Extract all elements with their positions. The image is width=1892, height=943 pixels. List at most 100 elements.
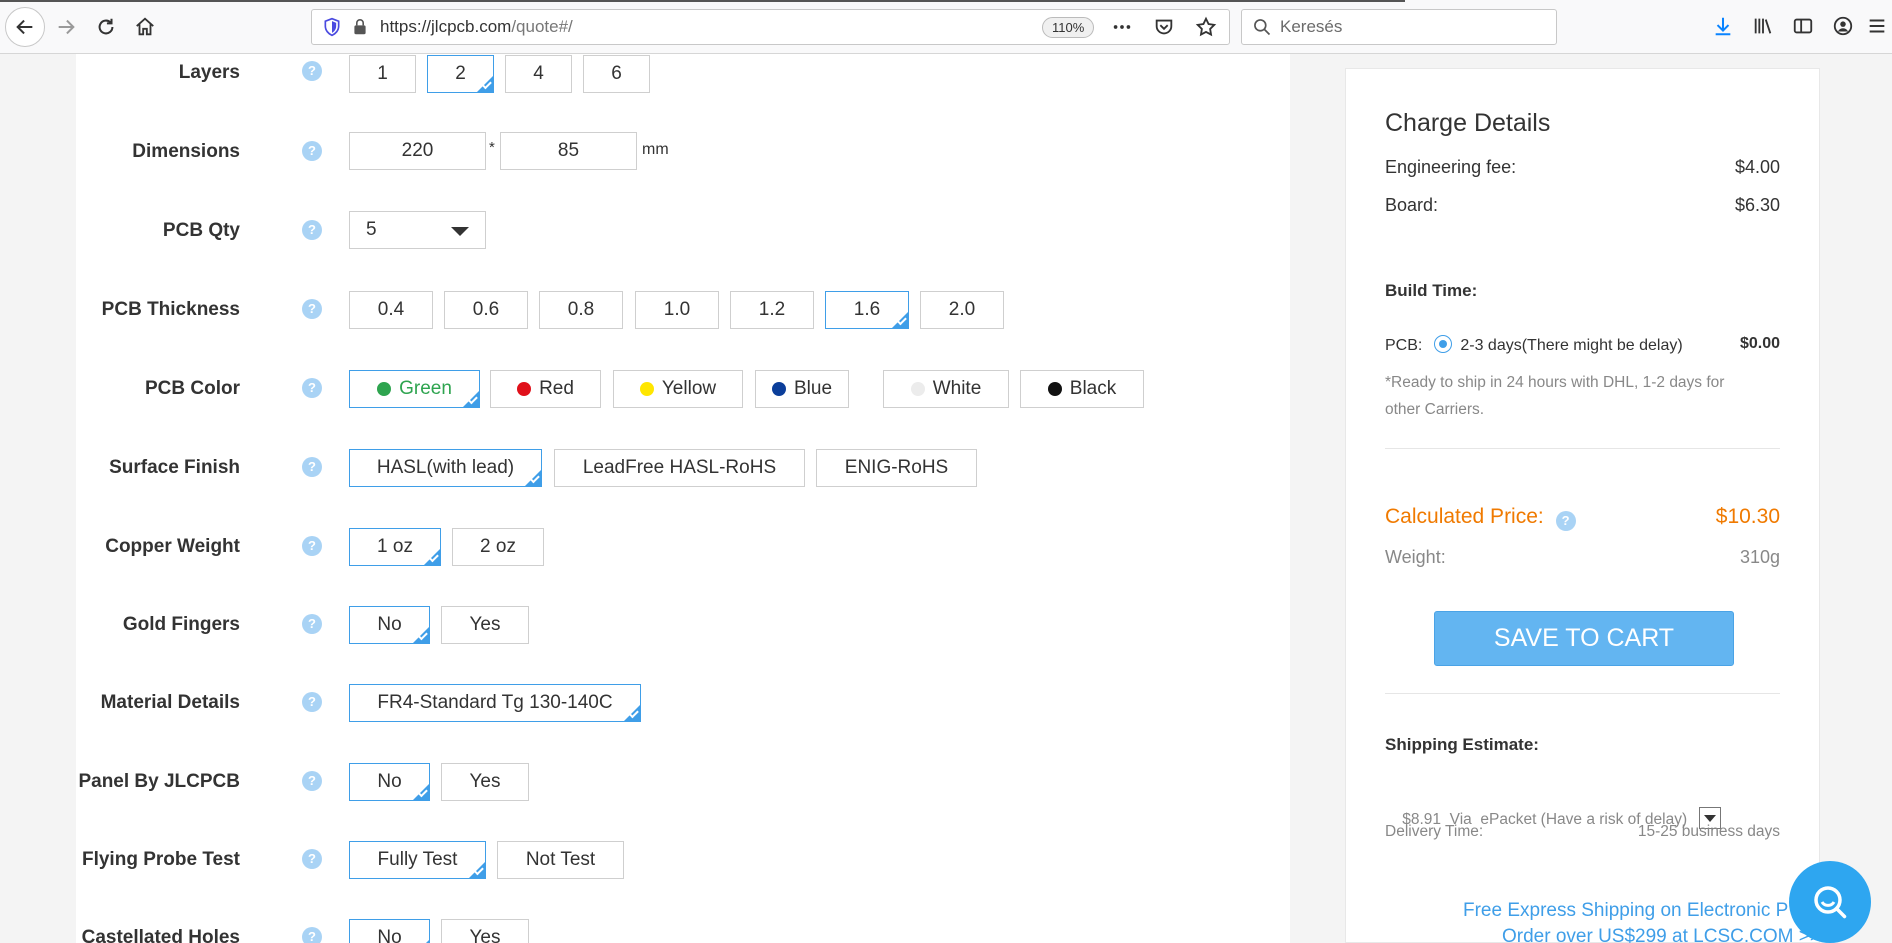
home-icon: [136, 17, 154, 36]
library-button[interactable]: [1752, 15, 1774, 37]
save-to-cart-button[interactable]: SAVE TO CART: [1434, 611, 1734, 666]
help-icon[interactable]: ?: [302, 299, 322, 319]
color-option-label: Green: [399, 378, 452, 399]
castellated-option-no[interactable]: No: [349, 919, 430, 943]
help-icon[interactable]: ?: [302, 457, 322, 477]
help-icon[interactable]: ?: [302, 220, 322, 240]
color-option-blue[interactable]: Blue: [755, 370, 849, 408]
thickness-option-0-6[interactable]: 0.6: [444, 291, 528, 329]
color-option-white[interactable]: White: [883, 370, 1009, 408]
color-option-yellow[interactable]: Yellow: [613, 370, 743, 408]
blue-swatch: [771, 382, 786, 396]
flying-probe-option-not[interactable]: Not Test: [497, 841, 624, 879]
help-icon[interactable]: ?: [302, 378, 322, 398]
color-option-green[interactable]: Green: [349, 370, 480, 408]
tracking-protection-icon[interactable]: [322, 17, 342, 37]
surface-option-leadfree-hasl[interactable]: LeadFree HASL-RoHS: [554, 449, 805, 487]
help-icon[interactable]: ?: [302, 536, 322, 556]
gold-fingers-option-no[interactable]: No: [349, 606, 430, 644]
help-icon[interactable]: ?: [302, 927, 322, 943]
bookmark-star-icon[interactable]: [1195, 16, 1217, 38]
url-path: /quote#/: [511, 17, 573, 36]
engineering-fee-value: $4.00: [1734, 157, 1780, 177]
help-icon[interactable]: ?: [302, 849, 322, 869]
back-button[interactable]: [5, 7, 45, 47]
build-time-row: PCB: 2-3 days(There might be delay) $0.00: [1385, 335, 1780, 355]
url-host: https://jlcpcb.com: [380, 17, 512, 36]
help-icon[interactable]: ?: [1555, 511, 1576, 531]
divider: [1385, 448, 1780, 449]
search-box[interactable]: [1241, 9, 1557, 45]
account-button[interactable]: [1832, 15, 1854, 37]
thickness-option-1-2[interactable]: 1.2: [730, 291, 814, 329]
thickness-option-2-0[interactable]: 2.0: [920, 291, 1004, 329]
zoom-level-badge[interactable]: 110%: [1042, 17, 1095, 38]
help-icon[interactable]: ?: [302, 61, 322, 81]
reload-button[interactable]: [86, 7, 126, 47]
dimension-separator: *: [489, 139, 495, 156]
home-button[interactable]: [125, 7, 165, 47]
url-text[interactable]: https://jlcpcb.com/quote#/: [380, 17, 573, 37]
material-label: Material Details: [100, 692, 240, 713]
pcb-qty-select[interactable]: 5: [349, 211, 486, 249]
surface-finish-label: Surface Finish: [109, 457, 240, 478]
engineering-fee-label: Engineering fee:: [1385, 157, 1517, 177]
white-swatch: [910, 382, 925, 396]
copper-option-2oz[interactable]: 2 oz: [452, 528, 544, 566]
panel-option-no[interactable]: No: [349, 763, 430, 801]
height-input[interactable]: [500, 132, 637, 170]
menu-button[interactable]: [1866, 15, 1888, 37]
panel-option-yes[interactable]: Yes: [441, 763, 529, 801]
help-icon[interactable]: ?: [302, 692, 322, 712]
lock-icon[interactable]: [352, 18, 368, 36]
color-option-label: Black: [1069, 378, 1117, 399]
sidebar-toggle-button[interactable]: [1792, 15, 1814, 37]
green-swatch: [377, 382, 392, 396]
surface-option-hasl-lead[interactable]: HASL(with lead): [349, 449, 542, 487]
search-input[interactable]: [1280, 17, 1540, 37]
thickness-option-1-0[interactable]: 1.0: [635, 291, 719, 329]
shipping-estimate-label: Shipping Estimate:: [1385, 735, 1539, 754]
color-option-black[interactable]: Black: [1020, 370, 1144, 408]
board-fee-label: Board:: [1385, 195, 1439, 215]
thickness-option-1-6[interactable]: 1.6: [825, 291, 909, 329]
more-actions-icon[interactable]: [1111, 16, 1133, 38]
gold-fingers-option-yes[interactable]: Yes: [441, 606, 529, 644]
dimension-unit: mm: [642, 141, 669, 158]
thickness-option-0-8[interactable]: 0.8: [539, 291, 623, 329]
copper-option-1oz[interactable]: 1 oz: [349, 528, 441, 566]
build-option-label[interactable]: 2-3 days(There might be delay): [1460, 337, 1682, 354]
board-fee-value: $6.30: [1734, 195, 1780, 215]
help-icon[interactable]: ?: [302, 614, 322, 634]
pocket-icon[interactable]: [1153, 16, 1175, 38]
color-option-label: Blue: [793, 378, 833, 399]
surface-option-enig[interactable]: ENIG-RoHS: [816, 449, 977, 487]
pcb-qty-label: PCB Qty: [162, 220, 240, 241]
shipping-method[interactable]: $8.91 Via ePacket (Have a risk of delay): [1385, 779, 1722, 860]
color-option-label: Yellow: [661, 378, 717, 399]
width-input[interactable]: [349, 132, 486, 170]
promo-link-line-2[interactable]: Order over US$299 at LCSC.COM >>: [1502, 926, 1821, 943]
browser-toolbar: https://jlcpcb.com/quote#/ 110%: [0, 0, 1892, 54]
forward-button[interactable]: [46, 7, 86, 47]
flying-probe-option-fully[interactable]: Fully Test: [349, 841, 486, 879]
build-option-radio[interactable]: [1434, 335, 1453, 353]
help-icon[interactable]: ?: [302, 141, 322, 161]
pcb-build-label: PCB:: [1385, 337, 1423, 354]
material-option-fr4[interactable]: FR4-Standard Tg 130-140C: [349, 684, 641, 722]
castellated-option-yes[interactable]: Yes: [441, 919, 529, 943]
thickness-option-0-4[interactable]: 0.4: [349, 291, 433, 329]
address-bar[interactable]: https://jlcpcb.com/quote#/ 110%: [311, 9, 1230, 45]
layers-option-1[interactable]: 1: [349, 55, 416, 93]
promo-link-line-1[interactable]: Free Express Shipping on Electronic P: [1463, 900, 1788, 922]
layers-option-2[interactable]: 2: [427, 55, 494, 93]
yellow-swatch: [639, 382, 654, 396]
color-option-red[interactable]: Red: [490, 370, 601, 408]
downloads-button[interactable]: [1712, 15, 1734, 37]
pcb-options-panel: Layers ? 1 2 4 6 Dimensions ? * mm PCB Q…: [76, 54, 1290, 943]
layers-option-6[interactable]: 6: [583, 55, 650, 93]
color-option-label: White: [932, 378, 982, 399]
layers-option-4[interactable]: 4: [505, 55, 572, 93]
help-icon[interactable]: ?: [302, 771, 322, 791]
chat-support-button[interactable]: [1789, 861, 1871, 943]
